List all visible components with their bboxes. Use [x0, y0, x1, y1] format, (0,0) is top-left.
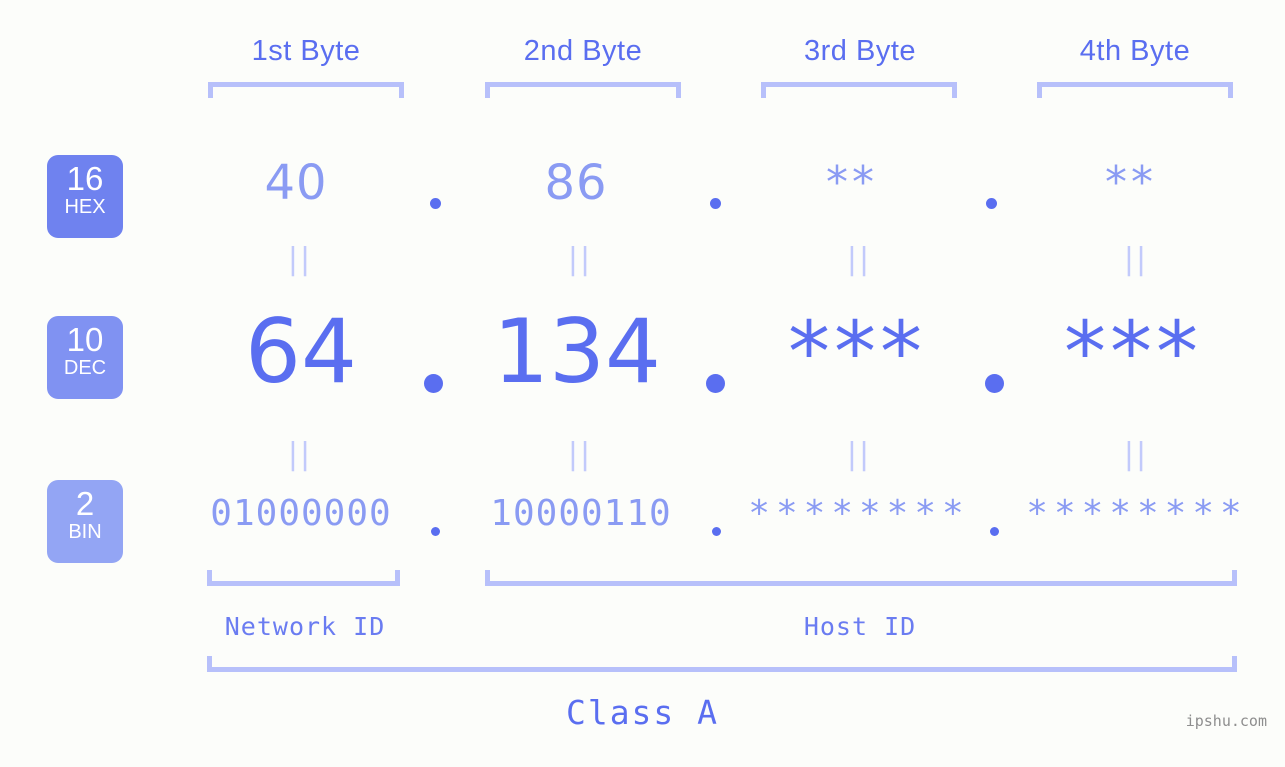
equals-separator-hex-dec-4: || — [1123, 242, 1149, 277]
byte-bracket-top-1 — [208, 82, 404, 98]
base-badge-hex-number: 16 — [66, 160, 104, 197]
equals-separator-hex-dec-2: || — [567, 242, 593, 277]
byte-bracket-top-2 — [485, 82, 681, 98]
base-badge-dec-name: DEC — [63, 357, 107, 379]
equals-separator-dec-bin-1: || — [287, 437, 313, 472]
byte-header-2: 2nd Byte — [523, 35, 643, 67]
host-id-label: Host ID — [803, 612, 917, 641]
host-id-bracket — [485, 570, 1237, 586]
equals-separator-dec-bin-4: || — [1123, 437, 1149, 472]
dec-dot-2 — [706, 374, 725, 393]
site-watermark: ipshu.com — [1185, 712, 1267, 730]
dec-byte-4: *** — [1064, 303, 1202, 401]
hex-dot-3 — [986, 198, 997, 209]
network-id-label: Network ID — [224, 612, 386, 641]
class-label: Class A — [565, 693, 720, 732]
ip-byte-diagram: 1st Byte 2nd Byte 3rd Byte 4th Byte 16 H… — [0, 0, 1285, 767]
hex-byte-2: 86 — [544, 155, 608, 211]
base-badge-dec-number: 10 — [66, 321, 104, 358]
base-badge-bin: 2 BIN — [47, 480, 123, 563]
hex-dot-1 — [430, 198, 441, 209]
bin-byte-4: ******** — [1026, 493, 1248, 534]
dec-byte-2: 134 — [493, 300, 661, 403]
dec-byte-3: *** — [788, 303, 926, 401]
hex-dot-2 — [710, 198, 721, 209]
hex-byte-1: 40 — [264, 155, 328, 211]
bin-byte-3: ******** — [748, 493, 970, 534]
hex-byte-4: ** — [1105, 157, 1157, 208]
base-badge-hex-name: HEX — [64, 196, 106, 218]
byte-bracket-top-3 — [761, 82, 957, 98]
bin-dot-2 — [712, 527, 721, 536]
base-badge-bin-name: BIN — [68, 521, 102, 543]
byte-header-4: 4th Byte — [1079, 35, 1191, 67]
dec-dot-3 — [985, 374, 1004, 393]
bin-byte-1: 01000000 — [210, 493, 392, 534]
byte-header-1: 1st Byte — [251, 35, 361, 67]
equals-separator-dec-bin-2: || — [567, 437, 593, 472]
equals-separator-hex-dec-3: || — [846, 242, 872, 277]
bin-byte-2: 10000110 — [490, 493, 672, 534]
hex-byte-3: ** — [826, 157, 878, 208]
network-id-bracket — [207, 570, 400, 586]
bin-dot-1 — [431, 527, 440, 536]
dec-byte-1: 64 — [245, 300, 357, 403]
equals-separator-hex-dec-1: || — [287, 242, 313, 277]
class-bracket — [207, 656, 1237, 672]
byte-bracket-top-4 — [1037, 82, 1233, 98]
base-badge-hex: 16 HEX — [47, 155, 123, 238]
equals-separator-dec-bin-3: || — [846, 437, 872, 472]
base-badge-dec: 10 DEC — [47, 316, 123, 399]
byte-header-3: 3rd Byte — [804, 35, 916, 67]
dec-dot-1 — [424, 374, 443, 393]
bin-dot-3 — [990, 527, 999, 536]
base-badge-bin-number: 2 — [75, 485, 95, 522]
